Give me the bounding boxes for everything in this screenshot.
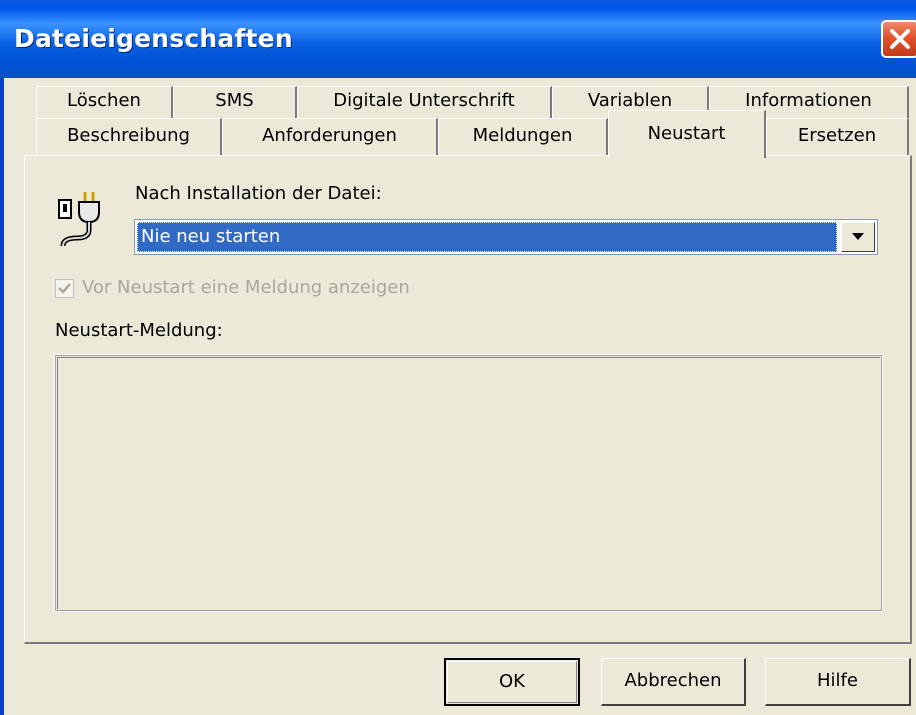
- tab-label: Neustart: [647, 123, 726, 144]
- tab-label: Beschreibung: [67, 125, 190, 146]
- tab-anforderungen[interactable]: Anforderungen: [222, 118, 438, 156]
- show-message-checkbox[interactable]: [55, 279, 74, 298]
- tab-label: Ersetzen: [797, 125, 877, 146]
- tab-meldungen[interactable]: Meldungen: [438, 118, 608, 156]
- dropdown-button[interactable]: [841, 222, 875, 252]
- tab-label: Variablen: [587, 90, 673, 111]
- tab-label: Anforderungen: [262, 125, 397, 146]
- tab-label: Digitale Unterschrift: [333, 90, 515, 111]
- title-bar[interactable]: Dateieigenschaften: [0, 0, 916, 78]
- nach-installation-label: Nach Installation der Datei:: [135, 183, 382, 204]
- ok-button[interactable]: OK: [444, 658, 580, 706]
- help-button-label: Hilfe: [817, 670, 858, 691]
- tab-sms[interactable]: SMS: [173, 86, 297, 119]
- plug-icon: [58, 192, 100, 247]
- restart-mode-value: Nie neu starten: [137, 222, 837, 252]
- tab-neustart[interactable]: Neustart: [608, 110, 766, 158]
- restart-message-label: Neustart-Meldung:: [55, 320, 223, 341]
- tab-label: Informationen: [745, 90, 872, 111]
- window-title: Dateieigenschaften: [14, 24, 293, 53]
- tab-loeschen[interactable]: Löschen: [36, 86, 173, 119]
- close-icon: [890, 29, 910, 49]
- tab-ersetzen[interactable]: Ersetzen: [766, 118, 909, 156]
- cancel-button[interactable]: Abbrechen: [601, 658, 746, 706]
- restart-message-field[interactable]: [54, 354, 883, 612]
- restart-message-text: [57, 357, 880, 609]
- tab-label: SMS: [215, 90, 254, 111]
- tab-label: Meldungen: [472, 125, 573, 146]
- checkmark-icon: [58, 283, 71, 294]
- restart-mode-select[interactable]: Nie neu starten: [134, 219, 878, 255]
- tab-digitale-unterschrift[interactable]: Digitale Unterschrift: [297, 86, 552, 119]
- tab-label: Löschen: [67, 90, 141, 111]
- cancel-button-label: Abbrechen: [624, 670, 722, 691]
- help-button[interactable]: Hilfe: [765, 658, 911, 706]
- close-button[interactable]: [881, 20, 916, 58]
- show-message-label: Vor Neustart eine Meldung anzeigen: [82, 277, 410, 298]
- tab-beschreibung[interactable]: Beschreibung: [36, 118, 222, 156]
- chevron-down-icon: [852, 233, 864, 240]
- ok-button-label: OK: [447, 661, 577, 703]
- window-border: [0, 78, 4, 715]
